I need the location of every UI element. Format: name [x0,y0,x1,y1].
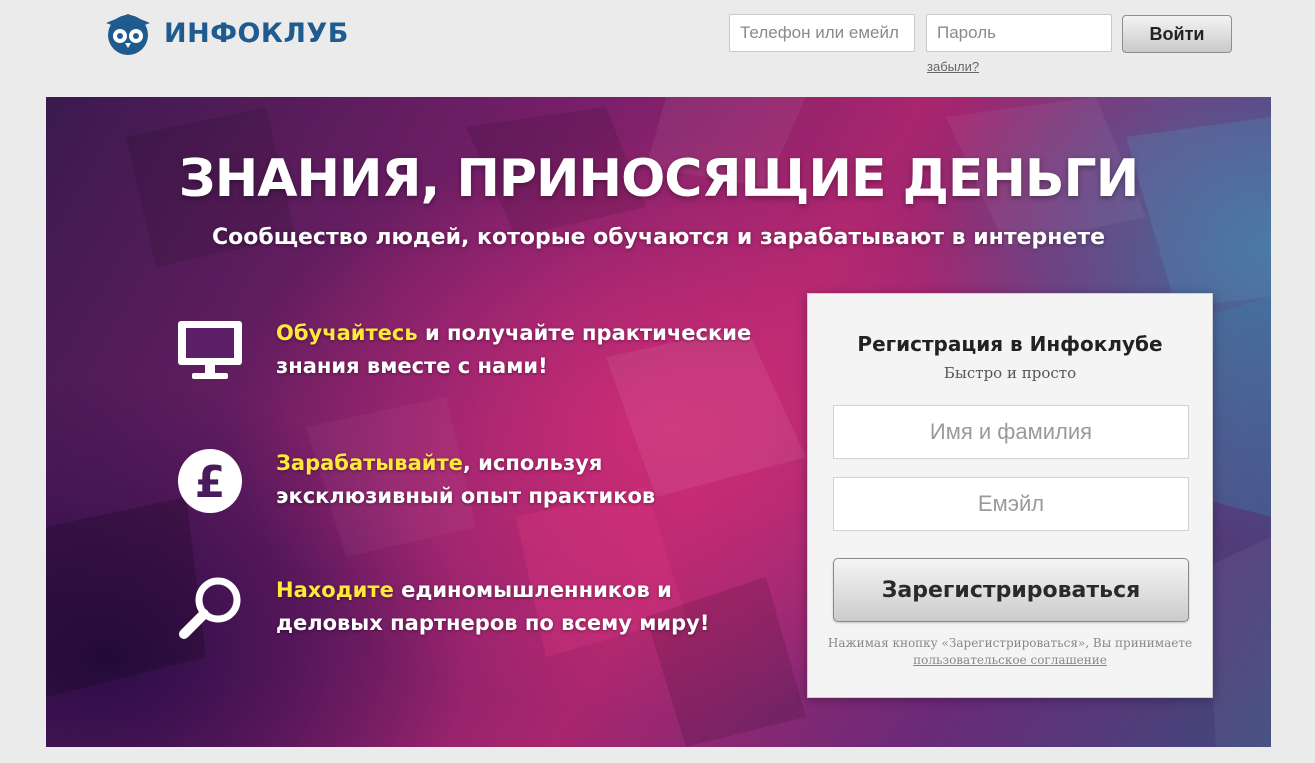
feature-find-highlight: Находите [276,578,394,602]
registration-subtitle: Быстро и просто [943,364,1077,382]
pound-coin-icon: £ [178,449,242,513]
email-input[interactable] [833,477,1189,531]
feature-earn: £ Зарабатывайте, используя эксклюзивный … [176,447,776,527]
register-button[interactable]: Зарегистрироваться [833,558,1189,622]
svg-text:£: £ [195,457,226,508]
full-name-input[interactable] [833,405,1189,459]
password-input[interactable] [926,14,1112,52]
feature-find: Находите единомышленников и деловых парт… [176,574,776,654]
hero-title: ЗНАНИЯ, ПРИНОСЯЩИЕ ДЕНЬГИ [178,149,1139,209]
feature-learn-text: Обучайтесь и получайте практические знан… [276,317,776,383]
registration-title: Регистрация в Инфоклубе [857,332,1163,356]
site-logo[interactable]: ИНФОКЛУБ [100,10,349,56]
monitor-icon [178,321,242,379]
feature-earn-text: Зарабатывайте, используя эксклюзивный оп… [276,447,776,513]
hero-banner: ЗНАНИЯ, ПРИНОСЯЩИЕ ДЕНЬГИ Сообщество люд… [46,97,1271,747]
terms-note: Нажимая кнопку «Зарегистрироваться», Вы … [808,635,1212,669]
terms-note-text: Нажимая кнопку «Зарегистрироваться», Вы … [827,636,1193,650]
forgot-password-link[interactable]: забыли? [927,59,979,74]
owl-logo-icon [106,14,150,55]
hero-subtitle: Сообщество людей, которые обучаются и за… [211,225,1106,250]
logo-text: ИНФОКЛУБ [164,17,349,49]
feature-learn-highlight: Обучайтесь [276,321,418,345]
feature-learn: Обучайтесь и получайте практические знан… [176,317,776,397]
user-agreement-link[interactable]: пользовательское соглашение [913,653,1107,667]
login-button[interactable]: Войти [1122,15,1232,53]
feature-earn-highlight: Зарабатывайте [276,451,463,475]
phone-or-email-input[interactable] [729,14,915,52]
registration-form: Регистрация в Инфоклубе Быстро и просто … [807,293,1213,698]
magnifier-icon [179,577,241,639]
feature-find-text: Находите единомышленников и деловых парт… [276,574,776,640]
